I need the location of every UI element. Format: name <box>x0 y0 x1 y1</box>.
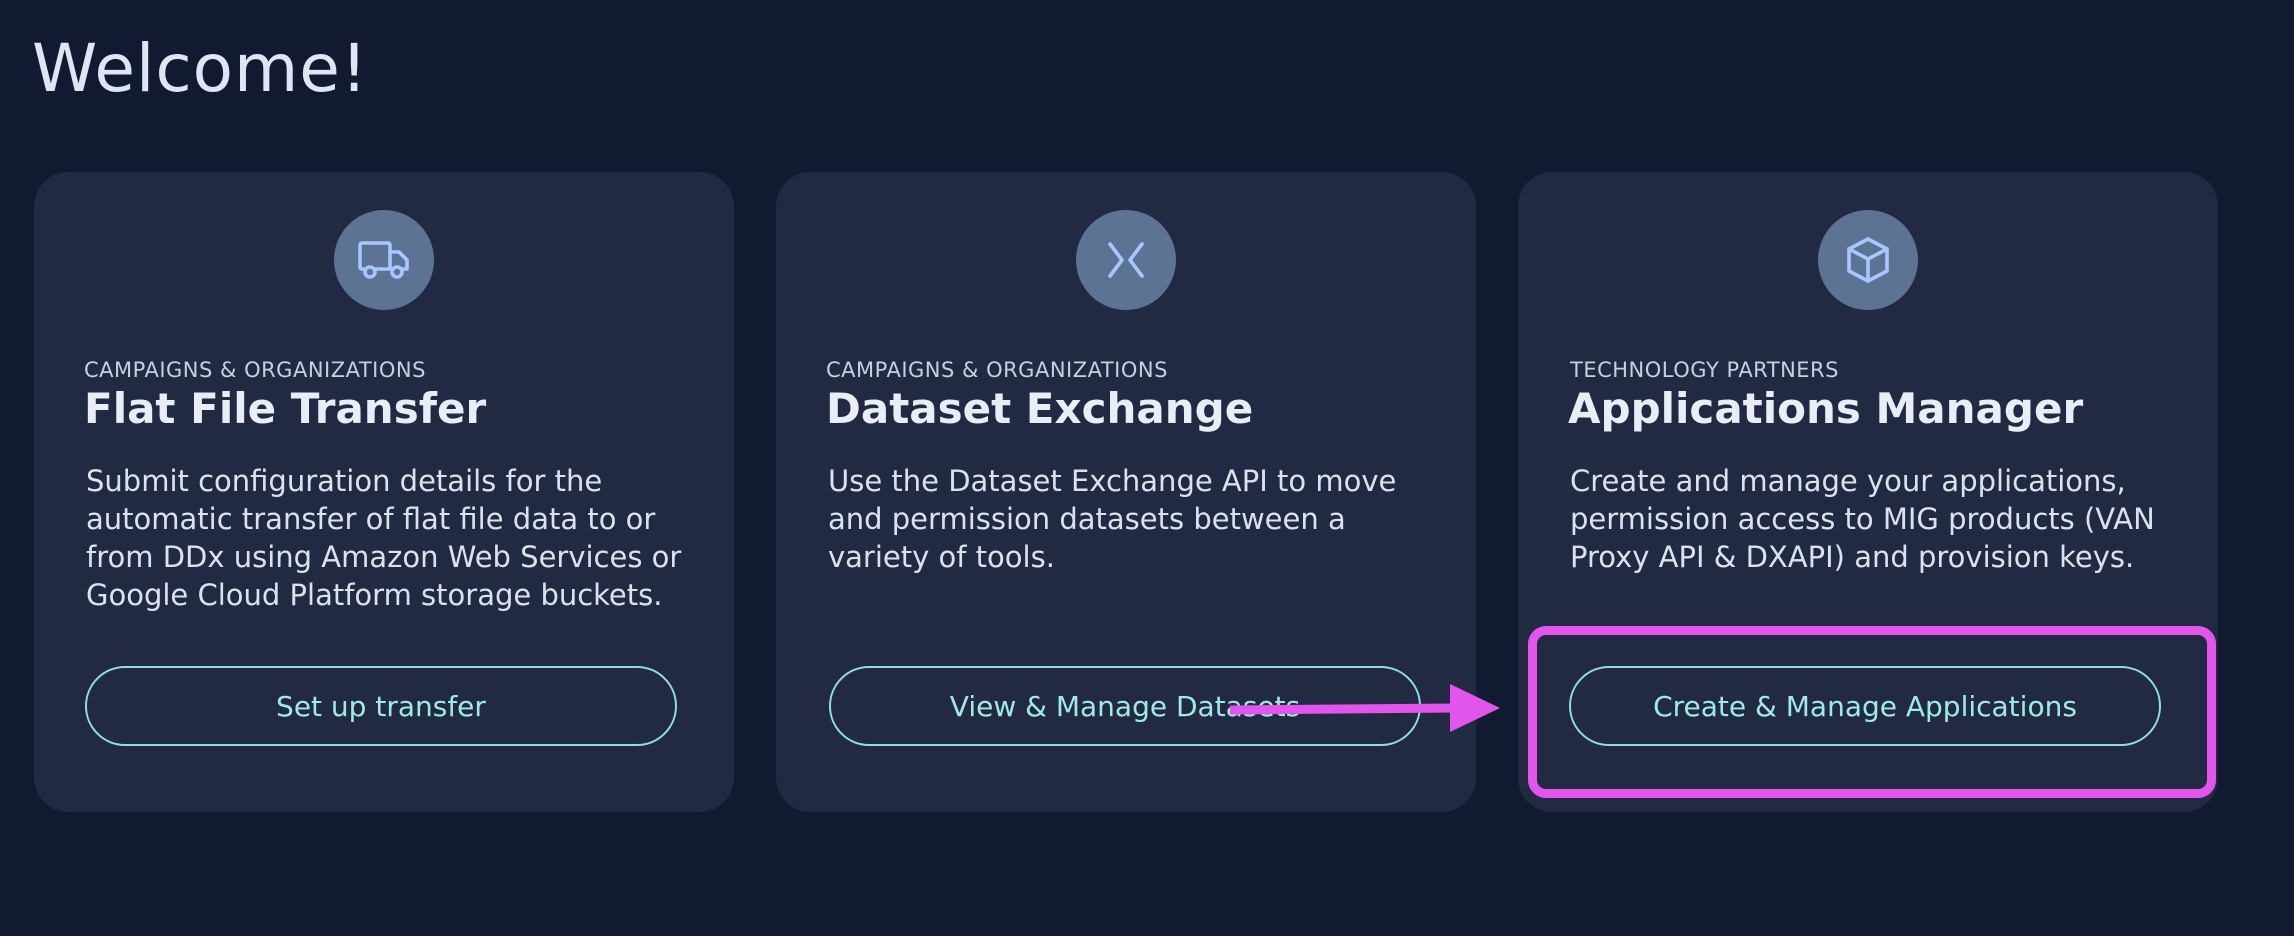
card-description: Submit configuration details for the aut… <box>86 464 682 612</box>
card-category: CAMPAIGNS & ORGANIZATIONS <box>84 358 426 382</box>
exchange-arrows-icon <box>1076 210 1176 310</box>
card-dataset-exchange: CAMPAIGNS & ORGANIZATIONS Dataset Exchan… <box>776 172 1476 812</box>
cube-icon <box>1818 210 1918 310</box>
card-title: Dataset Exchange <box>826 384 1254 433</box>
set-up-transfer-button[interactable]: Set up transfer <box>85 666 677 746</box>
card-category: TECHNOLOGY PARTNERS <box>1570 358 1839 382</box>
card-description: Create and manage your applications, per… <box>1570 464 2155 574</box>
create-manage-applications-button[interactable]: Create & Manage Applications <box>1569 666 2161 746</box>
card-description: Use the Dataset Exchange API to move and… <box>828 464 1397 574</box>
card-applications-manager: TECHNOLOGY PARTNERS Applications Manager… <box>1518 172 2218 812</box>
page-title: Welcome! <box>32 30 369 107</box>
truck-icon <box>334 210 434 310</box>
card-title: Flat File Transfer <box>84 384 487 433</box>
card-title: Applications Manager <box>1568 384 2084 433</box>
card-flat-file-transfer: CAMPAIGNS & ORGANIZATIONS Flat File Tran… <box>34 172 734 812</box>
view-manage-datasets-button[interactable]: View & Manage Datasets <box>829 666 1421 746</box>
card-category: CAMPAIGNS & ORGANIZATIONS <box>826 358 1168 382</box>
